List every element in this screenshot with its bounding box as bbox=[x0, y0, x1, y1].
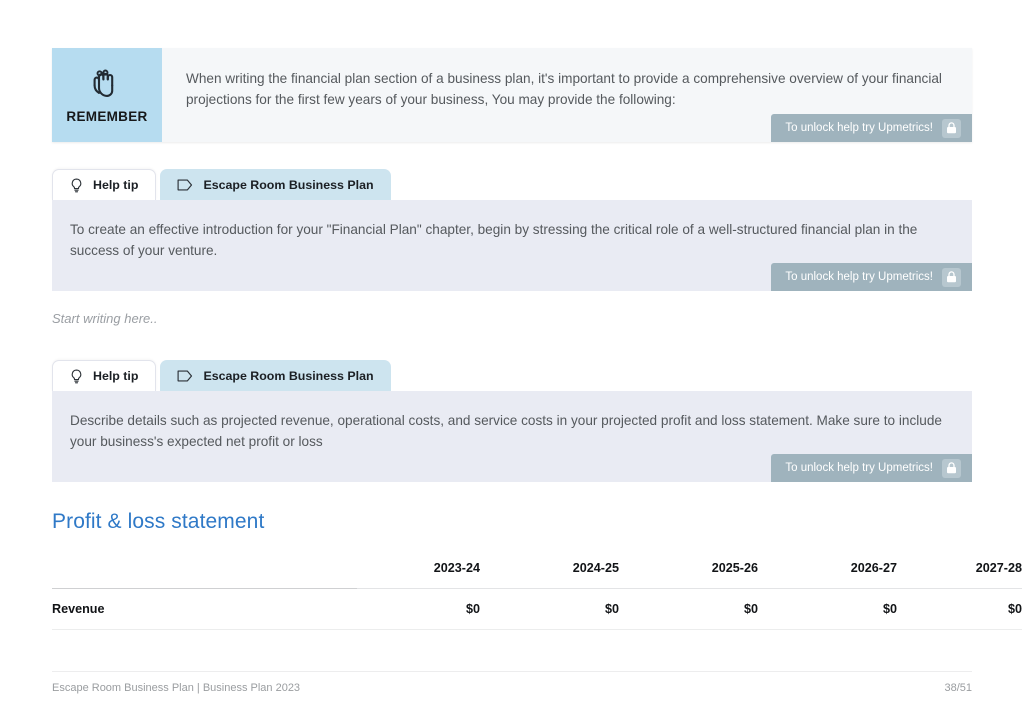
table-spacer-cell bbox=[897, 630, 1022, 657]
tab-escape-room-business-plan-2[interactable]: Escape Room Business Plan bbox=[160, 360, 391, 391]
page-title: Profit & loss statement bbox=[52, 510, 265, 533]
help-tip-tabs-1: Help tip Escape Room Business Plan bbox=[52, 168, 972, 200]
help-tip-body-1: To create an effective introduction for … bbox=[52, 200, 972, 291]
table-spacer-cell bbox=[619, 630, 758, 657]
help-tip-card-2: Help tip Escape Room Business Plan Descr… bbox=[52, 359, 972, 482]
help-tip-body-2: Describe details such as projected reven… bbox=[52, 391, 972, 482]
tab-help-tip-1[interactable]: Help tip bbox=[52, 169, 157, 200]
help-tip-text-1: To create an effective introduction for … bbox=[70, 222, 918, 258]
tab-label: Help tip bbox=[93, 178, 139, 192]
table-spacer-cell bbox=[480, 630, 619, 657]
lock-icon bbox=[942, 118, 961, 138]
tab-help-tip-2[interactable]: Help tip bbox=[52, 360, 157, 391]
cell-revenue-2027-28: $0 bbox=[897, 588, 1022, 630]
profit-loss-table: 2023-24 2024-25 2025-26 2026-27 2027-28 … bbox=[52, 548, 1022, 656]
help-tip-tabs-2: Help tip Escape Room Business Plan bbox=[52, 359, 972, 391]
remember-callout: REMEMBER When writing the financial plan… bbox=[52, 48, 972, 142]
help-tip-card-1: Help tip Escape Room Business Plan To cr… bbox=[52, 168, 972, 291]
table-spacer-cell bbox=[357, 630, 480, 657]
lock-icon bbox=[942, 267, 961, 287]
cell-revenue-2024-25: $0 bbox=[480, 588, 619, 630]
page-footer: Escape Room Business Plan | Business Pla… bbox=[52, 671, 972, 694]
cell-revenue-2023-24: $0 bbox=[357, 588, 480, 630]
tab-label: Escape Room Business Plan bbox=[203, 368, 374, 383]
table-col-header-2026-27: 2026-27 bbox=[758, 548, 897, 589]
remember-label: REMEMBER bbox=[66, 108, 148, 124]
remember-badge: REMEMBER bbox=[52, 48, 162, 142]
unlock-upmetrics-button-tip-2[interactable]: To unlock help try Upmetrics! bbox=[771, 454, 972, 482]
table-header: 2023-24 2024-25 2025-26 2026-27 2027-28 bbox=[52, 548, 1022, 589]
lock-icon bbox=[942, 458, 961, 478]
editor-placeholder[interactable]: Start writing here.. bbox=[52, 311, 972, 326]
tab-label: Escape Room Business Plan bbox=[203, 177, 374, 192]
row-label-revenue: Revenue bbox=[52, 588, 357, 630]
table-header-row: 2023-24 2024-25 2025-26 2026-27 2027-28 bbox=[52, 548, 1022, 589]
tag-icon bbox=[177, 179, 193, 191]
remember-body: When writing the financial plan section … bbox=[162, 48, 972, 142]
table-col-header-2027-28: 2027-28 bbox=[897, 548, 1022, 589]
table-spacer-row bbox=[52, 630, 1022, 657]
unlock-label: To unlock help try Upmetrics! bbox=[785, 271, 933, 283]
cell-revenue-2026-27: $0 bbox=[758, 588, 897, 630]
table-col-header-2025-26: 2025-26 bbox=[619, 548, 758, 589]
unlock-label: To unlock help try Upmetrics! bbox=[785, 122, 933, 134]
footer-document-title: Escape Room Business Plan | Business Pla… bbox=[52, 682, 301, 694]
remember-text: When writing the financial plan section … bbox=[186, 71, 942, 107]
lightbulb-icon bbox=[70, 178, 83, 193]
tab-label: Help tip bbox=[93, 369, 139, 383]
table-col-header-2023-24: 2023-24 bbox=[357, 548, 480, 589]
hand-string-reminder-icon bbox=[90, 65, 124, 101]
table-row: Revenue $0 $0 $0 $0 $0 bbox=[52, 588, 1022, 630]
footer-page-number: 38/51 bbox=[944, 682, 972, 694]
tab-escape-room-business-plan-1[interactable]: Escape Room Business Plan bbox=[160, 169, 391, 200]
help-tip-text-2: Describe details such as projected reven… bbox=[70, 413, 942, 449]
unlock-label: To unlock help try Upmetrics! bbox=[785, 462, 933, 474]
table-spacer-cell bbox=[52, 630, 357, 657]
table-col-header-label bbox=[52, 548, 357, 589]
page-content: REMEMBER When writing the financial plan… bbox=[52, 48, 1022, 656]
lightbulb-icon bbox=[70, 369, 83, 384]
table-body: Revenue $0 $0 $0 $0 $0 bbox=[52, 588, 1022, 657]
unlock-upmetrics-button-tip-1[interactable]: To unlock help try Upmetrics! bbox=[771, 263, 972, 291]
table-spacer-cell bbox=[758, 630, 897, 657]
unlock-upmetrics-button-remember[interactable]: To unlock help try Upmetrics! bbox=[771, 114, 972, 142]
tag-icon bbox=[177, 370, 193, 382]
document-page: REMEMBER When writing the financial plan… bbox=[0, 0, 1024, 724]
cell-revenue-2025-26: $0 bbox=[619, 588, 758, 630]
table-col-header-2024-25: 2024-25 bbox=[480, 548, 619, 589]
